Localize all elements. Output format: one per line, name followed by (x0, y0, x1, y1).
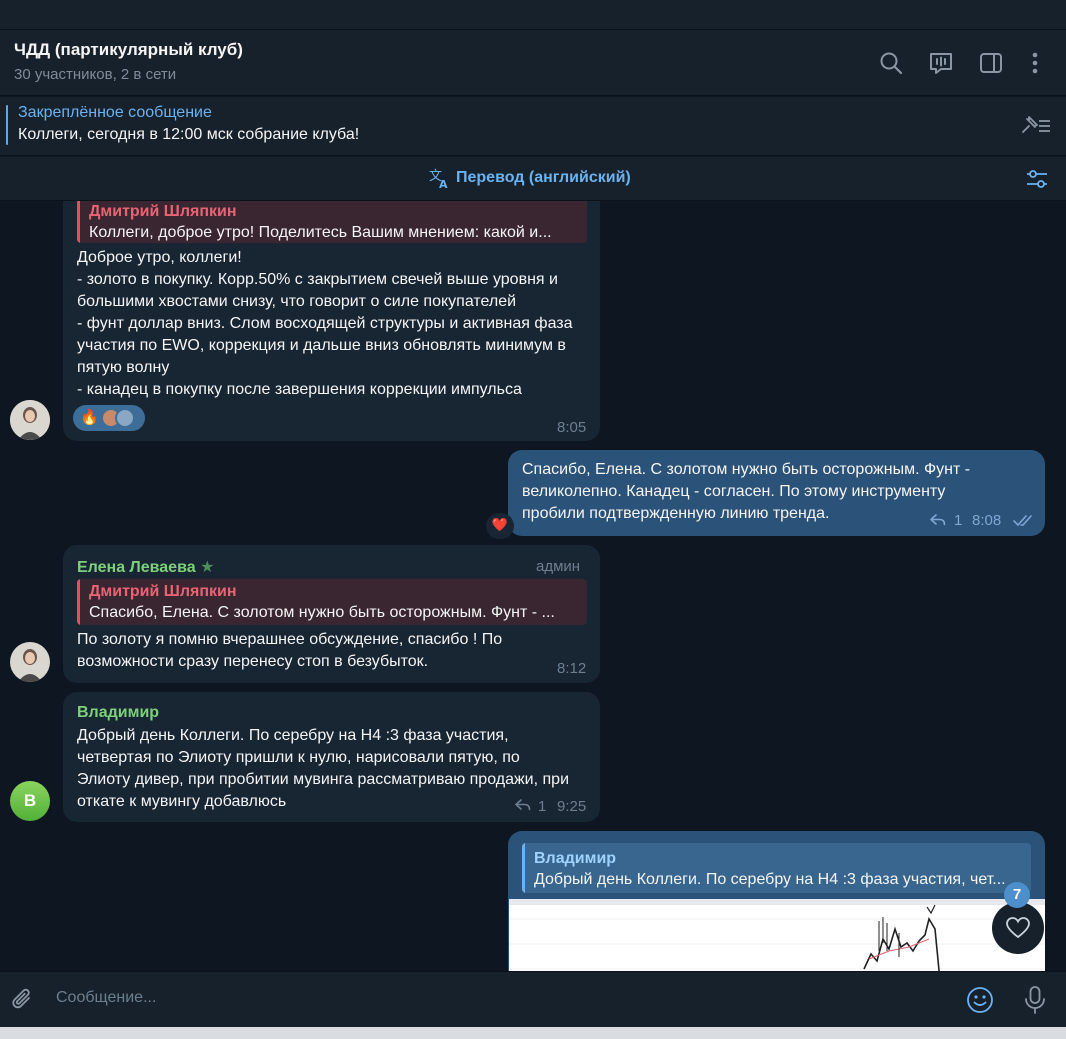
chart-image-attachment[interactable] (509, 899, 1045, 971)
chat-title[interactable]: ЧДД (партикулярный клуб) (14, 40, 243, 60)
reply-preview[interactable]: Дмитрий Шляпкин Спасибо, Елена. С золото… (77, 579, 587, 625)
sender-name[interactable]: Елена Леваева ★ (77, 557, 214, 577)
search-icon[interactable] (878, 50, 904, 76)
message-text: По золоту я помню вчерашнее обсуждение, … (77, 631, 503, 670)
window-top-strip (0, 0, 1066, 30)
read-checkmarks-icon (1013, 515, 1032, 526)
message-text: Спасибо, Елена. С золотом нужно быть ост… (522, 461, 971, 522)
translate-bar[interactable]: 文A Перевод (английский) (0, 157, 1066, 201)
sender-name-text: Елена Леваева (77, 559, 196, 576)
reply-preview[interactable]: Владимир Добрый день Коллеги. По серебру… (522, 843, 1031, 893)
message-time: 8:05 (557, 419, 587, 436)
reply-text: Добрый день Коллеги. По серебру на Н4 :3… (534, 871, 1006, 888)
chat-header[interactable]: ЧДД (партикулярный клуб) 30 участников, … (0, 30, 1066, 96)
avatar-elena[interactable] (10, 642, 50, 682)
reactions-scroll-button[interactable] (992, 902, 1044, 954)
reply-sender: Дмитрий Шляпкин (89, 583, 237, 600)
price-chart-thumbnail (509, 899, 1045, 971)
translate-button[interactable]: 文A Перевод (английский) (428, 167, 631, 189)
avatar-elena[interactable] (10, 400, 50, 440)
more-vertical-icon[interactable] (1022, 50, 1048, 76)
unread-reactions-badge: 7 (1004, 882, 1030, 908)
translate-settings-icon[interactable] (1024, 166, 1050, 192)
message-time: 8:12 (557, 660, 587, 677)
message-time: 8:08 (972, 512, 1002, 529)
pin-list-icon[interactable] (1018, 113, 1052, 137)
reply-preview[interactable]: Дмитрий Шляпкин Коллеги, доброе утро! По… (77, 201, 587, 243)
svg-text:A: A (439, 178, 448, 189)
attach-icon[interactable] (10, 987, 36, 1013)
message-bubble-outgoing[interactable]: Спасибо, Елена. С золотом нужно быть ост… (508, 450, 1045, 536)
message-bubble[interactable]: Елена Леваева ★ админ Дмитрий Шляпкин Сп… (63, 545, 600, 683)
chat-member-count: 30 участников, 2 в сети (14, 66, 177, 83)
message-text: Доброе утро, коллеги! - золото в покупку… (77, 249, 573, 398)
emoji-icon[interactable] (966, 986, 994, 1014)
message-bubble[interactable]: Дмитрий Шляпкин Коллеги, доброе утро! По… (63, 201, 600, 441)
reactor-avatar (115, 408, 135, 428)
reply-sender: Дмитрий Шляпкин (89, 203, 237, 220)
sidebar-toggle-icon[interactable] (978, 50, 1004, 76)
message-input[interactable]: Сообщение... (56, 989, 156, 1007)
pinned-title: Закреплённое сообщение (18, 104, 212, 121)
microphone-icon[interactable] (1022, 985, 1048, 1015)
message-list[interactable]: Дмитрий Шляпкин Коллеги, доброе утро! По… (0, 201, 1066, 971)
message-text: Добрый день Коллеги. По серебру на Н4 :3… (77, 727, 570, 810)
reply-count-icon (515, 799, 531, 811)
translate-icon: 文A (429, 169, 448, 189)
pinned-message-bar[interactable]: Закреплённое сообщение Коллеги, сегодня … (0, 97, 1066, 156)
reply-count[interactable]: 1 (538, 798, 546, 815)
reply-count-icon (930, 514, 946, 526)
avatar-vladimir[interactable]: В (10, 781, 50, 821)
reply-count[interactable]: 1 (954, 512, 962, 529)
message-bubble[interactable]: Владимир Добрый день Коллеги. По серебру… (63, 692, 600, 822)
admin-badge: админ (536, 558, 581, 575)
sender-name[interactable]: Владимир (77, 704, 159, 722)
fire-reaction-icon: 🔥 (80, 408, 99, 426)
reply-text: Спасибо, Елена. С золотом нужно быть ост… (89, 604, 555, 621)
heart-reaction-icon[interactable]: ❤️ (486, 513, 514, 539)
pinned-indicator (6, 105, 8, 145)
message-composer[interactable]: Сообщение... (0, 971, 1066, 1027)
reply-text: Коллеги, доброе утро! Поделитесь Вашим м… (89, 224, 552, 241)
taskbar-strip (0, 1027, 1066, 1039)
translate-label: Перевод (английский) (456, 169, 631, 186)
heart-outline-icon (1006, 917, 1030, 939)
message-bubble-outgoing[interactable]: Владимир Добрый день Коллеги. По серебру… (508, 831, 1045, 971)
live-chat-icon[interactable] (928, 50, 954, 76)
reaction-chip[interactable]: 🔥 (73, 405, 145, 431)
reply-sender: Владимир (534, 850, 617, 867)
pinned-text: Коллеги, сегодня в 12:00 мск собрание кл… (18, 126, 360, 143)
admin-star-icon: ★ (200, 559, 215, 576)
message-time: 9:25 (557, 798, 587, 815)
